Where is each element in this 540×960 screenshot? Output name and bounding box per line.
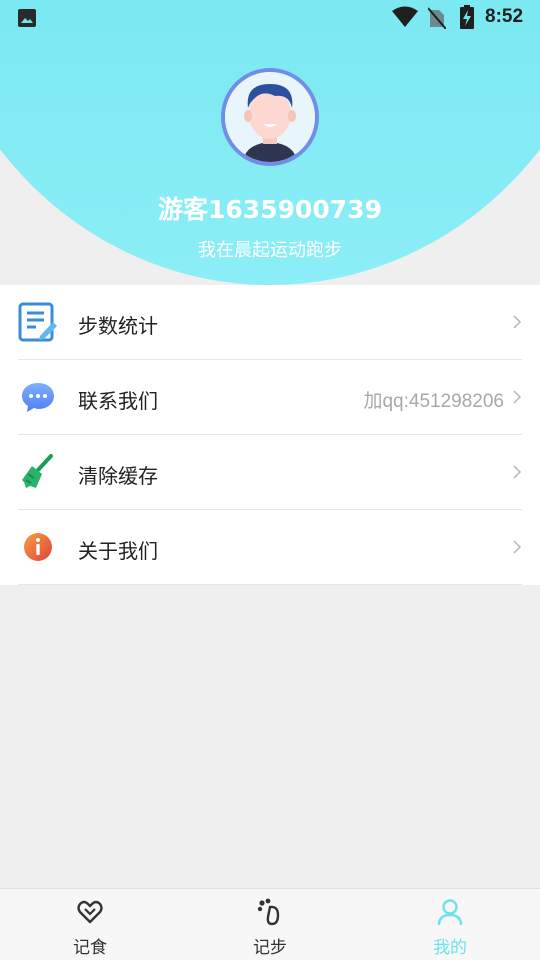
menu-item-step-stats[interactable]: 步数统计 bbox=[18, 285, 522, 360]
chevron-right-icon bbox=[513, 315, 522, 329]
tab-label: 记步 bbox=[253, 938, 287, 958]
username: 游客1635900739 bbox=[158, 195, 382, 224]
info-icon bbox=[24, 533, 52, 561]
avatar-image bbox=[225, 72, 315, 162]
user-motto: 我在晨起运动跑步 bbox=[198, 240, 342, 261]
footprint-icon bbox=[257, 898, 280, 926]
tab-label: 我的 bbox=[433, 938, 467, 958]
wifi-icon bbox=[392, 6, 418, 27]
avatar[interactable] bbox=[221, 68, 319, 166]
tab-food-log[interactable]: 记食 bbox=[0, 889, 180, 960]
chevron-right-icon bbox=[513, 540, 522, 554]
notepad-icon bbox=[18, 302, 57, 342]
menu-item-about-us[interactable]: 关于我们 bbox=[18, 510, 522, 585]
menu-item-clear-cache[interactable]: 清除缓存 bbox=[18, 435, 522, 510]
heart-icon bbox=[77, 900, 103, 924]
status-time: 8:52 bbox=[485, 6, 524, 27]
menu-label: 关于我们 bbox=[78, 539, 158, 563]
chat-bubble-icon bbox=[22, 383, 54, 412]
tab-label: 记食 bbox=[73, 938, 107, 958]
tab-mine[interactable]: 我的 bbox=[360, 889, 540, 960]
menu-item-contact-us[interactable]: 联系我们 加qq:451298206 bbox=[18, 360, 522, 435]
profile-header: 8:52 游客1635900739 我在晨起运动跑步 bbox=[0, 0, 540, 285]
menu-label: 联系我们 bbox=[78, 389, 158, 413]
settings-menu: 步数统计 联系我们 加qq:451298206 清除缓存 关于我们 bbox=[0, 285, 540, 585]
person-icon bbox=[437, 899, 463, 926]
tab-step-log[interactable]: 记步 bbox=[180, 889, 360, 960]
chevron-right-icon bbox=[513, 465, 522, 479]
chevron-right-icon bbox=[513, 390, 522, 404]
no-sim-icon bbox=[428, 7, 446, 29]
battery-charging-icon bbox=[460, 5, 474, 29]
broom-icon bbox=[22, 454, 53, 488]
bottom-tab-bar: 记食 记步 我的 bbox=[0, 888, 540, 960]
image-icon bbox=[18, 9, 36, 27]
contact-qq-value: 加qq:451298206 bbox=[363, 391, 504, 412]
menu-label: 步数统计 bbox=[78, 314, 158, 338]
status-bar: 8:52 bbox=[0, 0, 540, 36]
menu-label: 清除缓存 bbox=[78, 464, 158, 488]
avatar-boy-icon bbox=[225, 72, 315, 162]
